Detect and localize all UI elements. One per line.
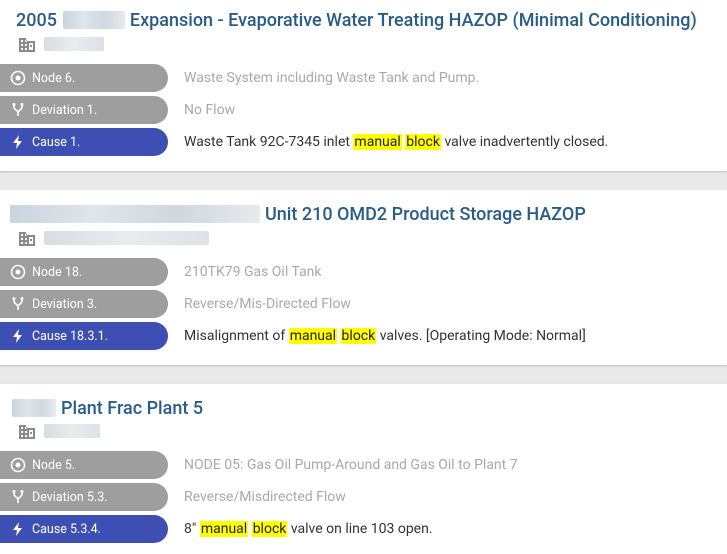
cause-text: 8" xyxy=(184,521,200,537)
deviation-pill[interactable]: Deviation 3. xyxy=(0,290,168,318)
facility-line xyxy=(18,228,209,248)
fork-icon xyxy=(10,489,26,505)
facility-line xyxy=(18,421,100,441)
title-text: Expansion - Evaporative Water Treating H… xyxy=(129,9,697,31)
result-card: Plant Frac Plant 5 Node 5. NODE 05: Gas … xyxy=(0,384,727,554)
cause-pill[interactable]: Cause 18.3.1. xyxy=(0,322,168,350)
building-icon xyxy=(19,232,35,246)
redacted-text xyxy=(44,231,209,245)
card-title[interactable]: 2005 Expansion - Evaporative Water Treat… xyxy=(16,0,697,40)
deviation-pill[interactable]: Deviation 5.3. xyxy=(0,483,168,511)
cause-text: Misalignment of xyxy=(184,328,289,344)
target-circle-icon xyxy=(10,457,26,473)
node-description: NODE 05: Gas Oil Pump-Around and Gas Oil… xyxy=(184,457,518,473)
deviation-description: No Flow xyxy=(184,102,236,118)
cause-label: Cause 18.3.1. xyxy=(32,328,108,344)
deviation-label: Deviation 5.3. xyxy=(32,489,108,505)
lightning-icon xyxy=(10,521,26,537)
node-row: Node 6. Waste System including Waste Tan… xyxy=(0,64,727,92)
cause-row: Cause 5.3.4. 8" manual block valve on li… xyxy=(0,515,727,543)
redacted-text xyxy=(10,205,260,223)
node-description: 210TK79 Gas Oil Tank xyxy=(184,264,322,280)
search-highlight: manual xyxy=(353,134,402,150)
cause-row: Cause 1. Waste Tank 92C-7345 inlet manua… xyxy=(0,128,727,156)
cause-text: valves. [Operating Mode: Normal] xyxy=(376,328,586,344)
lightning-icon xyxy=(10,134,26,150)
deviation-pill[interactable]: Deviation 1. xyxy=(0,96,168,124)
node-pill[interactable]: Node 6. xyxy=(0,64,168,92)
node-row: Node 5. NODE 05: Gas Oil Pump-Around and… xyxy=(0,451,727,479)
title-text: Unit 210 OMD2 Product Storage HAZOP xyxy=(265,203,586,225)
cause-text: valve on line 103 open. xyxy=(287,521,433,537)
result-card: 2005 Expansion - Evaporative Water Treat… xyxy=(0,0,727,171)
redacted-text xyxy=(44,37,104,51)
search-highlight: block xyxy=(251,521,288,537)
node-label: Node 6. xyxy=(32,70,76,86)
node-pill[interactable]: Node 5. xyxy=(0,451,168,479)
cause-label: Cause 1. xyxy=(32,134,81,150)
cause-row: Cause 18.3.1. Misalignment of manual blo… xyxy=(0,322,727,350)
title-prefix: 2005 xyxy=(16,9,57,31)
cause-pill[interactable]: Cause 5.3.4. xyxy=(0,515,168,543)
search-highlight: manual xyxy=(288,328,338,344)
target-circle-icon xyxy=(10,264,26,280)
deviation-row: Deviation 5.3. Reverse/Misdirected Flow xyxy=(0,483,727,511)
node-description: Waste System including Waste Tank and Pu… xyxy=(184,70,480,86)
fork-icon xyxy=(10,102,26,118)
search-highlight: manual xyxy=(199,521,249,537)
node-pill[interactable]: Node 18. xyxy=(0,258,168,286)
deviation-label: Deviation 3. xyxy=(32,296,98,312)
result-card: Unit 210 OMD2 Product Storage HAZOP Node… xyxy=(0,190,727,365)
deviation-description: Reverse/Mis-Directed Flow xyxy=(184,296,351,312)
facility-line xyxy=(18,34,104,54)
node-label: Node 5. xyxy=(32,457,76,473)
cause-text: valve inadvertently closed. xyxy=(440,134,609,150)
building-icon xyxy=(19,38,35,52)
deviation-description: Reverse/Misdirected Flow xyxy=(184,489,346,505)
deviation-label: Deviation 1. xyxy=(32,102,98,118)
cause-label: Cause 5.3.4. xyxy=(32,521,101,537)
redacted-text xyxy=(62,11,125,29)
search-highlight: block xyxy=(340,328,377,344)
title-text: Plant Frac Plant 5 xyxy=(61,397,204,419)
redacted-text xyxy=(12,399,56,417)
node-row: Node 18. 210TK79 Gas Oil Tank xyxy=(0,258,727,286)
cause-pill[interactable]: Cause 1. xyxy=(0,128,168,156)
search-highlight: block xyxy=(405,134,441,150)
deviation-row: Deviation 1. No Flow xyxy=(0,96,727,124)
cause-description: Waste Tank 92C-7345 inlet manual block v… xyxy=(184,128,608,156)
building-icon xyxy=(19,425,35,439)
cause-text: Waste Tank 92C-7345 inlet xyxy=(184,134,354,150)
lightning-icon xyxy=(10,328,26,344)
redacted-text xyxy=(44,424,100,438)
target-circle-icon xyxy=(10,70,26,86)
fork-icon xyxy=(10,296,26,312)
deviation-row: Deviation 3. Reverse/Mis-Directed Flow xyxy=(0,290,727,318)
node-label: Node 18. xyxy=(32,264,83,280)
cause-description: 8" manual block valve on line 103 open. xyxy=(184,515,433,543)
cause-description: Misalignment of manual block valves. [Op… xyxy=(184,322,586,350)
